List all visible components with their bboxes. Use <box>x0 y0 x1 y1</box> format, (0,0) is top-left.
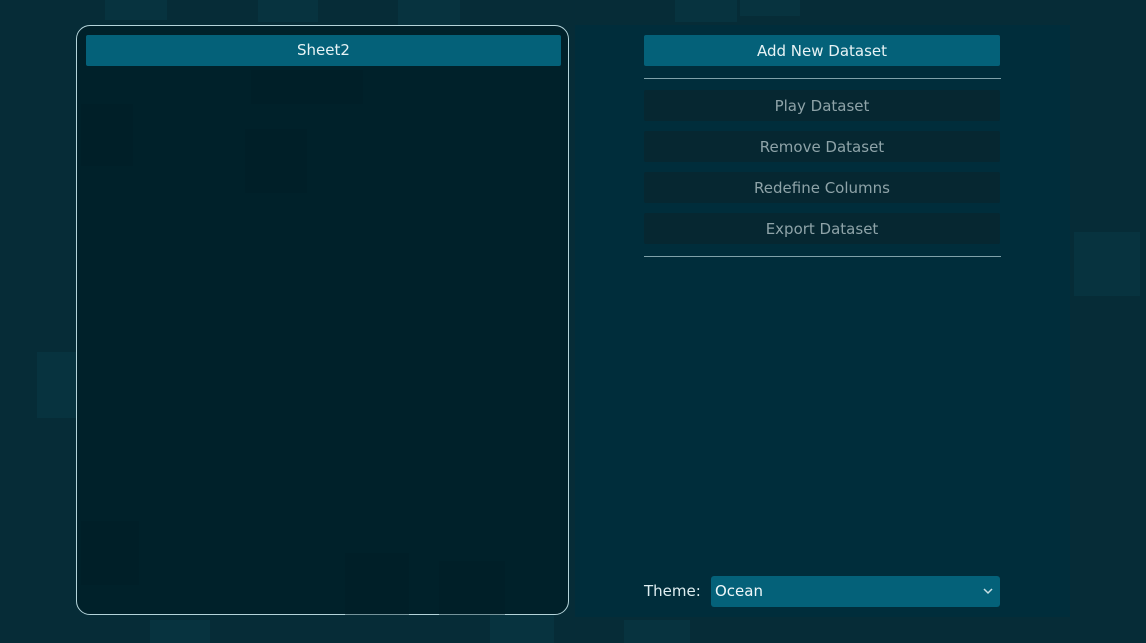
background-tile <box>1074 232 1140 296</box>
background-tile <box>439 561 505 615</box>
background-tile <box>345 553 409 615</box>
background-tile <box>150 620 210 643</box>
play-dataset-button[interactable]: Play Dataset <box>644 90 1000 121</box>
background-tile <box>245 129 307 193</box>
theme-select[interactable]: Ocean <box>711 576 1000 607</box>
background-tile <box>105 0 167 20</box>
add-new-dataset-button[interactable]: Add New Dataset <box>644 35 1000 66</box>
background-tile <box>740 0 800 16</box>
background-tile <box>624 620 690 643</box>
export-dataset-button[interactable]: Export Dataset <box>644 213 1000 244</box>
background-tile <box>398 0 460 25</box>
background-tile <box>490 615 554 643</box>
background-tile <box>81 104 133 166</box>
remove-dataset-button[interactable]: Remove Dataset <box>644 131 1000 162</box>
dataset-actions-panel: Add New Dataset Play Dataset Remove Data… <box>575 25 1070 617</box>
theme-label: Theme: <box>644 582 701 600</box>
sheet-item-sheet2[interactable]: Sheet2 <box>86 35 561 66</box>
theme-selected-value: Ocean <box>715 582 763 600</box>
background-tile <box>258 0 318 22</box>
redefine-columns-button[interactable]: Redefine Columns <box>644 172 1000 203</box>
background-tile <box>251 70 363 104</box>
chevron-down-icon <box>981 576 995 607</box>
background-tile <box>675 0 737 22</box>
divider <box>644 78 1001 79</box>
background-tile <box>81 521 139 585</box>
sheet-list-panel: Sheet2 <box>76 25 569 615</box>
divider <box>644 256 1001 257</box>
